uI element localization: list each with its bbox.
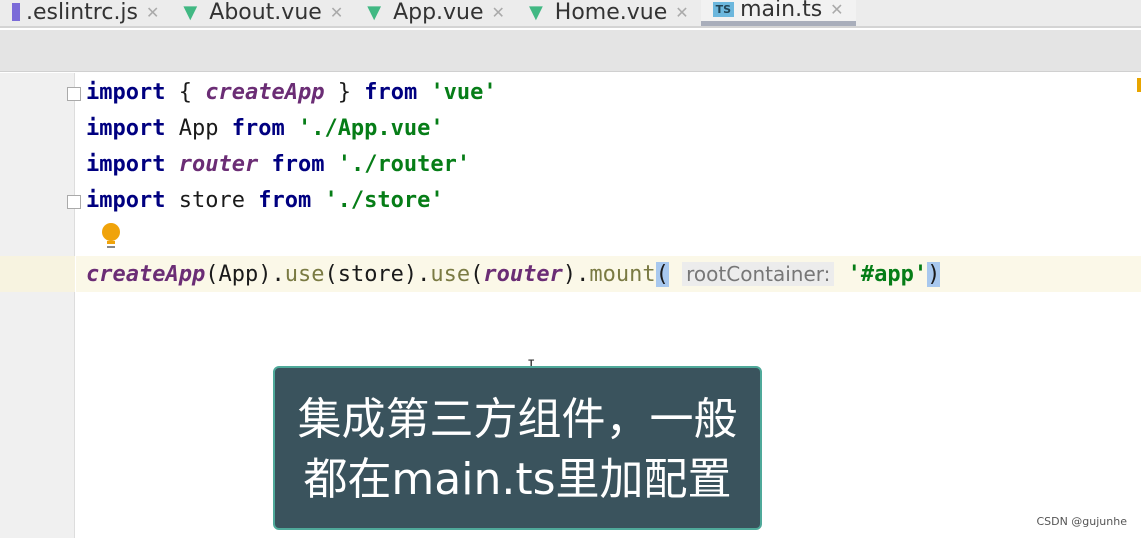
close-icon[interactable]: ✕: [675, 3, 688, 22]
tab-app-vue[interactable]: ▼ App.vue ✕: [355, 0, 517, 26]
tab-label: Home.vue: [554, 0, 668, 25]
parameter-hint: rootContainer:: [682, 262, 835, 286]
tab-label: .eslintrc.js: [26, 0, 139, 25]
code-line: import { createApp } from 'vue': [86, 80, 497, 105]
close-icon[interactable]: ✕: [492, 3, 505, 22]
close-icon[interactable]: ✕: [330, 3, 343, 22]
code-line: createApp(App).use(store).use(router).mo…: [86, 262, 941, 287]
current-line-gutter: [0, 256, 75, 292]
caption-overlay: 集成第三方组件，一般 都在main.ts里加配置: [273, 366, 762, 530]
code-line: import store from './store': [86, 188, 444, 213]
tab-eslintrc[interactable]: .eslintrc.js ✕: [0, 0, 171, 26]
editor-tabs: .eslintrc.js ✕ ▼ About.vue ✕ ▼ App.vue ✕ ▼ Hom…: [0, 0, 1141, 28]
close-icon[interactable]: ✕: [830, 0, 843, 19]
tab-home-vue[interactable]: ▼ Home.vue ✕: [517, 0, 701, 26]
close-icon[interactable]: ✕: [146, 3, 159, 22]
caption-line: 集成第三方组件，一般: [297, 394, 738, 445]
tab-main-ts[interactable]: TS main.ts ✕: [700, 0, 856, 26]
watermark: CSDN @gujunhe: [1036, 515, 1127, 528]
tab-about-vue[interactable]: ▼ About.vue ✕: [171, 0, 355, 26]
line-gutter: [0, 73, 75, 538]
vue-icon: ▼: [183, 1, 198, 23]
tab-label: main.ts: [740, 0, 823, 22]
code-line: import App from './App.vue': [86, 116, 444, 141]
tab-label: About.vue: [209, 0, 322, 25]
tab-label: App.vue: [393, 0, 484, 25]
vue-icon: ▼: [367, 1, 382, 23]
vue-icon: ▼: [528, 1, 543, 23]
eslint-icon: [12, 3, 20, 21]
code-line: import router from './router': [86, 152, 471, 177]
ts-icon: TS: [712, 2, 735, 17]
breadcrumb-bar: [0, 30, 1141, 72]
caption-line: 都在main.ts里加配置: [303, 454, 732, 505]
